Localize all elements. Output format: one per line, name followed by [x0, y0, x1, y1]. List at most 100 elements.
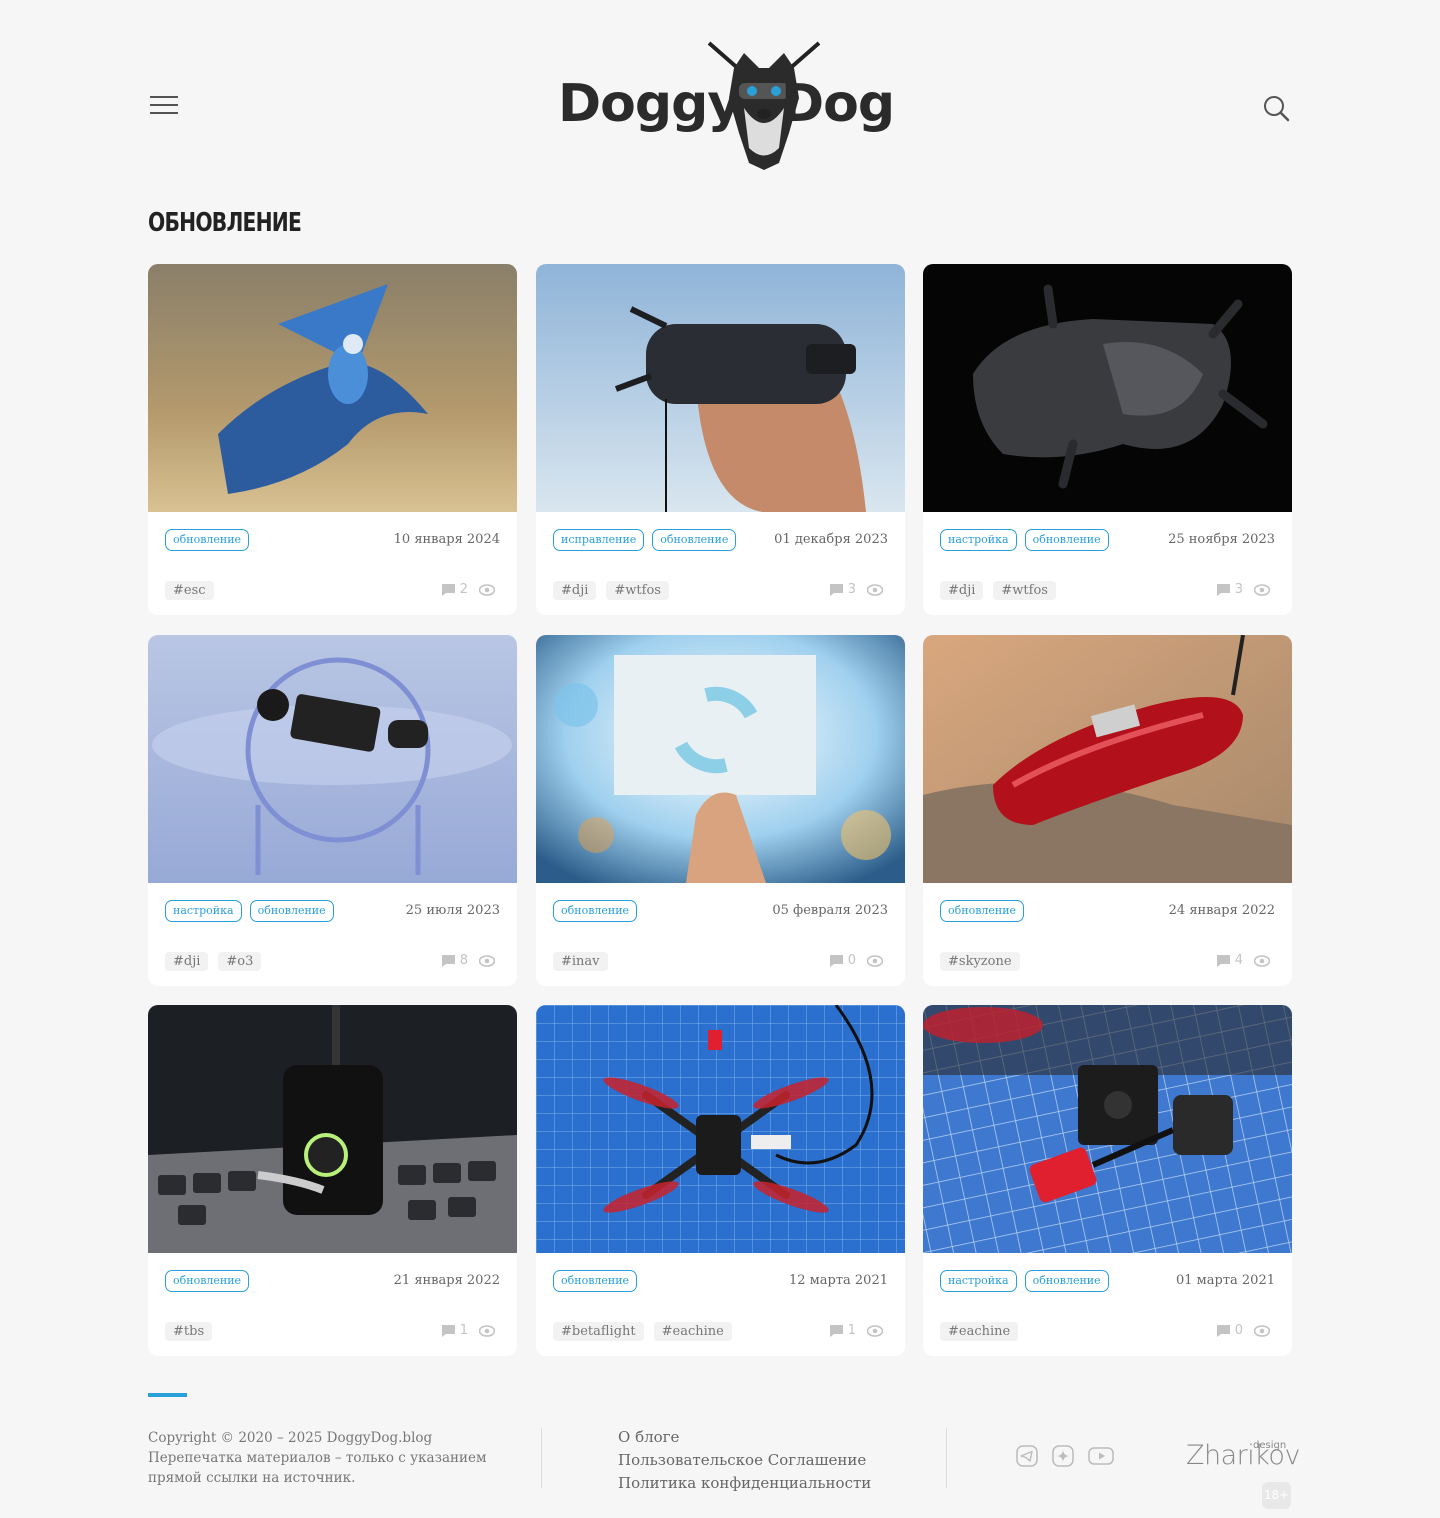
comment-icon [1216, 1324, 1230, 1337]
comment-count: 8 [459, 953, 468, 968]
footer-link-privacy[interactable]: Политика конфиденциальности [618, 1472, 871, 1495]
post-image[interactable] [923, 264, 1292, 512]
post-stats: 0 [1216, 1323, 1270, 1338]
category-badge[interactable]: обновление [553, 1270, 638, 1292]
post-tag[interactable]: #eachine [940, 1322, 1019, 1341]
category-badge[interactable]: обновление [1024, 1270, 1109, 1292]
post-date: 12 марта 2021 [788, 1273, 888, 1288]
comment-icon [1216, 954, 1230, 967]
post-tag[interactable]: #wtfos [993, 581, 1056, 600]
footer-accent-line [148, 1393, 187, 1397]
post-date: 05 февраля 2023 [772, 903, 888, 918]
post-date: 24 января 2022 [1168, 903, 1275, 918]
post-card[interactable]: настройка обновление 01 марта 2021 #each… [923, 1005, 1292, 1356]
post-stats: 3 [829, 582, 883, 597]
category-badge[interactable]: исправление [553, 529, 645, 551]
footer-link-about[interactable]: О блоге [618, 1426, 871, 1449]
comment-count: 4 [1234, 953, 1243, 968]
search-icon[interactable] [1262, 94, 1290, 122]
post-tag[interactable]: #o3 [218, 952, 262, 971]
telegram-icon[interactable] [1016, 1445, 1038, 1467]
category-badge[interactable]: обновление [553, 900, 638, 922]
post-card[interactable]: исправление обновление 01 декабря 2023 #… [536, 264, 905, 615]
post-date: 01 декабря 2023 [774, 532, 888, 547]
page-title: обновление [148, 208, 302, 238]
post-image[interactable] [536, 1005, 905, 1253]
comment-count: 0 [1234, 1323, 1243, 1338]
post-tag[interactable]: #dji [940, 581, 984, 600]
post-stats: 1 [441, 1323, 495, 1338]
category-badge[interactable]: настройка [940, 1270, 1017, 1292]
post-tag[interactable]: #wtfos [606, 581, 669, 600]
footer-divider [946, 1428, 947, 1488]
views-icon [1254, 954, 1270, 967]
comment-count: 3 [1234, 582, 1243, 597]
post-card[interactable]: обновление 24 января 2022 #skyzone 4 [923, 635, 1292, 986]
post-tag[interactable]: #tbs [165, 1322, 213, 1341]
footer-divider [541, 1428, 542, 1488]
post-image[interactable] [536, 264, 905, 512]
post-stats: 2 [441, 582, 495, 597]
post-card[interactable]: обновление 21 января 2022 #tbs 1 [148, 1005, 517, 1356]
category-badge[interactable]: обновление [1024, 529, 1109, 551]
comment-icon [441, 583, 455, 596]
menu-icon[interactable] [150, 96, 178, 116]
views-icon [1254, 583, 1270, 596]
comment-icon [829, 1324, 843, 1337]
category-badge[interactable]: настройка [165, 900, 242, 922]
post-tag[interactable]: #betaflight [553, 1322, 644, 1341]
category-badge[interactable]: настройка [940, 529, 1017, 551]
views-icon [1254, 1324, 1270, 1337]
category-badge[interactable]: обновление [165, 529, 250, 551]
comment-count: 1 [459, 1323, 468, 1338]
post-tag[interactable]: #dji [165, 952, 209, 971]
comment-icon [441, 1324, 455, 1337]
comment-count: 1 [847, 1323, 856, 1338]
post-image[interactable] [923, 1005, 1292, 1253]
footer-link-terms[interactable]: Пользовательское Соглашение [618, 1449, 871, 1472]
post-image[interactable] [923, 635, 1292, 883]
post-image[interactable] [148, 264, 517, 512]
post-tag[interactable]: #dji [553, 581, 597, 600]
post-tag[interactable]: #inav [553, 952, 608, 971]
category-badge[interactable]: обновление [165, 1270, 250, 1292]
post-tag[interactable]: #eachine [653, 1322, 732, 1341]
footer-links: О блоге Пользовательское Соглашение Поли… [618, 1426, 871, 1495]
post-tag[interactable]: #esc [165, 581, 214, 600]
comment-icon [829, 954, 843, 967]
category-badge[interactable]: обновление [652, 529, 737, 551]
comment-icon [1216, 583, 1230, 596]
site-logo[interactable]: Doggy Dog [556, 38, 895, 172]
designer-logo[interactable]: Zharikov [1186, 1440, 1300, 1471]
views-icon [479, 954, 495, 967]
post-stats: 0 [829, 953, 883, 968]
post-stats: 1 [829, 1323, 883, 1338]
post-date: 01 марта 2021 [1175, 1273, 1275, 1288]
views-icon [479, 1324, 495, 1337]
views-icon [867, 954, 883, 967]
category-badge[interactable]: обновление [249, 900, 334, 922]
youtube-icon[interactable] [1088, 1445, 1114, 1467]
site-header: Doggy Dog [0, 0, 1440, 190]
post-card[interactable]: обновление 05 февраля 2023 #inav 0 [536, 635, 905, 986]
comment-count: 3 [847, 582, 856, 597]
comment-icon [829, 583, 843, 596]
category-badge[interactable]: обновление [940, 900, 1025, 922]
views-icon [867, 583, 883, 596]
post-stats: 3 [1216, 582, 1270, 597]
post-image[interactable] [536, 635, 905, 883]
zen-icon[interactable] [1052, 1445, 1074, 1467]
post-tag[interactable]: #skyzone [940, 952, 1020, 971]
post-card[interactable]: настройка обновление 25 июля 2023 #dji #… [148, 635, 517, 986]
post-card[interactable]: настройка обновление 25 ноября 2023 #dji… [923, 264, 1292, 615]
copyright-text: Copyright © 2020 – 2025 DoggyDog.blog [148, 1430, 433, 1446]
post-card[interactable]: обновление 10 января 2024 #esc 2 [148, 264, 517, 615]
views-icon [867, 1324, 883, 1337]
post-card[interactable]: обновление 12 марта 2021 #betaflight #ea… [536, 1005, 905, 1356]
post-stats: 4 [1216, 953, 1270, 968]
post-image[interactable] [148, 635, 517, 883]
post-image[interactable] [148, 1005, 517, 1253]
age-rating-badge: 18+ [1262, 1482, 1291, 1509]
footer-copyright: Copyright © 2020 – 2025 DoggyDog.blog Пе… [148, 1428, 508, 1488]
post-date: 21 января 2022 [393, 1273, 500, 1288]
